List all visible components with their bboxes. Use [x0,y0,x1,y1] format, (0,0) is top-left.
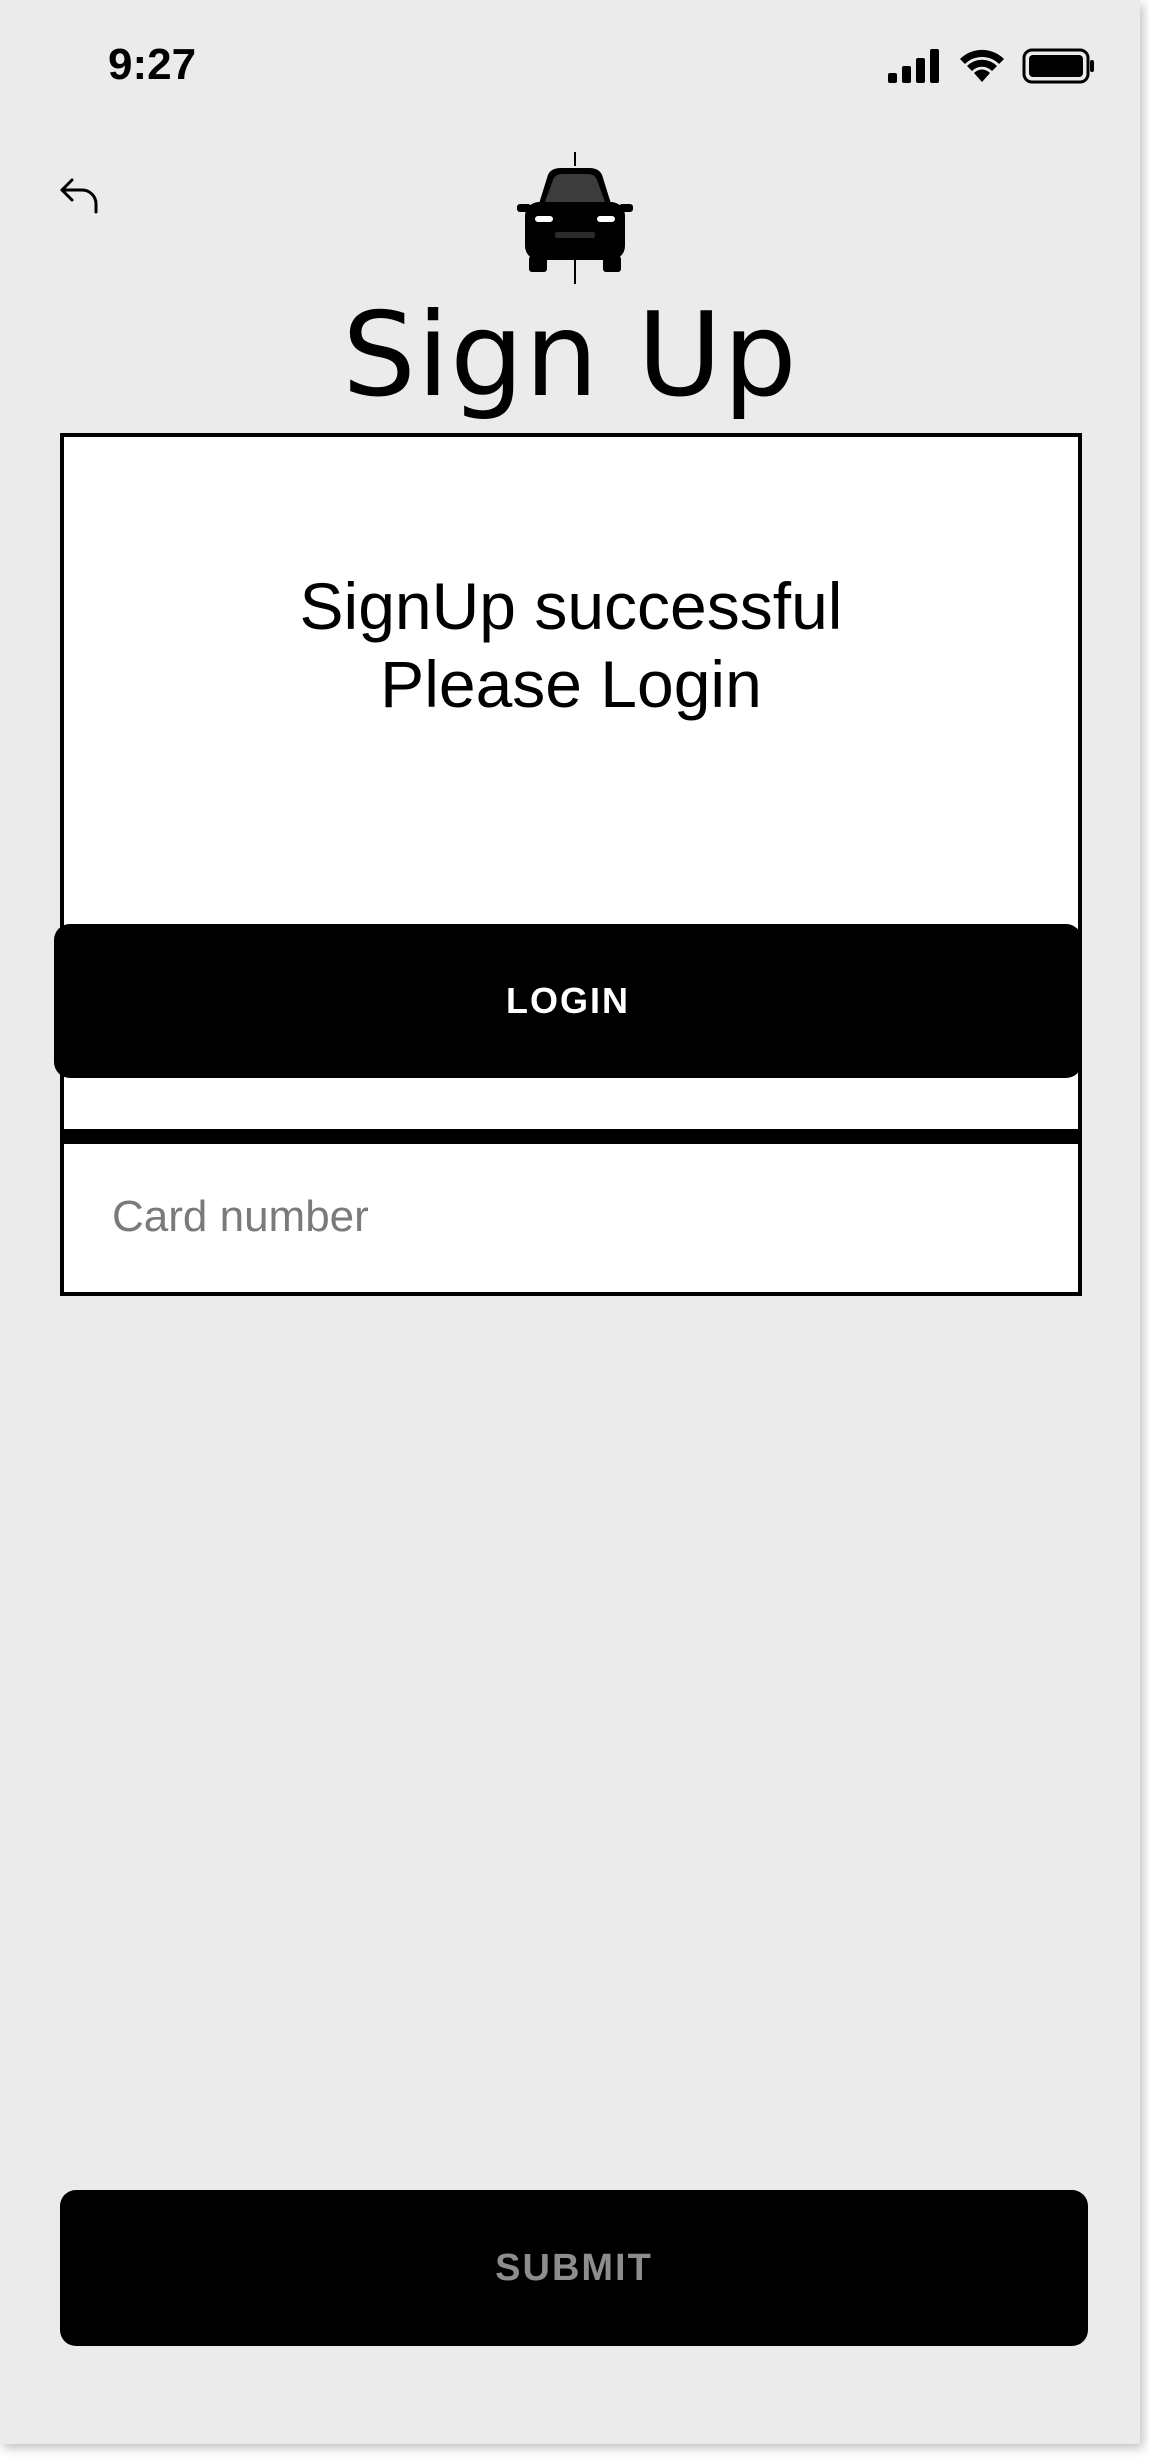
back-arrow-icon[interactable] [56,172,104,220]
card-number-input[interactable] [110,1186,1014,1248]
dialog-message-line1: SignUp successful [299,569,843,643]
status-bar: 9:27 [0,0,1140,130]
dialog-message: SignUp successful Please Login [64,567,1078,723]
login-button[interactable]: LOGIN [54,924,1082,1078]
wifi-icon [960,49,1004,82]
dialog-message-line2: Please Login [380,647,762,721]
page-title: Sign Up [342,288,798,423]
status-time: 9:27 [108,40,197,89]
battery-icon [1022,48,1094,84]
card-number-field[interactable] [60,1140,1082,1296]
phone-screen: 9:27 Sign Up Card number SignUp successf… [0,0,1140,2444]
car-icon [517,152,633,284]
status-icons [888,48,1096,84]
submit-button[interactable]: SUBMIT [60,2190,1088,2346]
dialog-divider [60,1132,1082,1144]
cellular-signal-icon [888,49,939,83]
